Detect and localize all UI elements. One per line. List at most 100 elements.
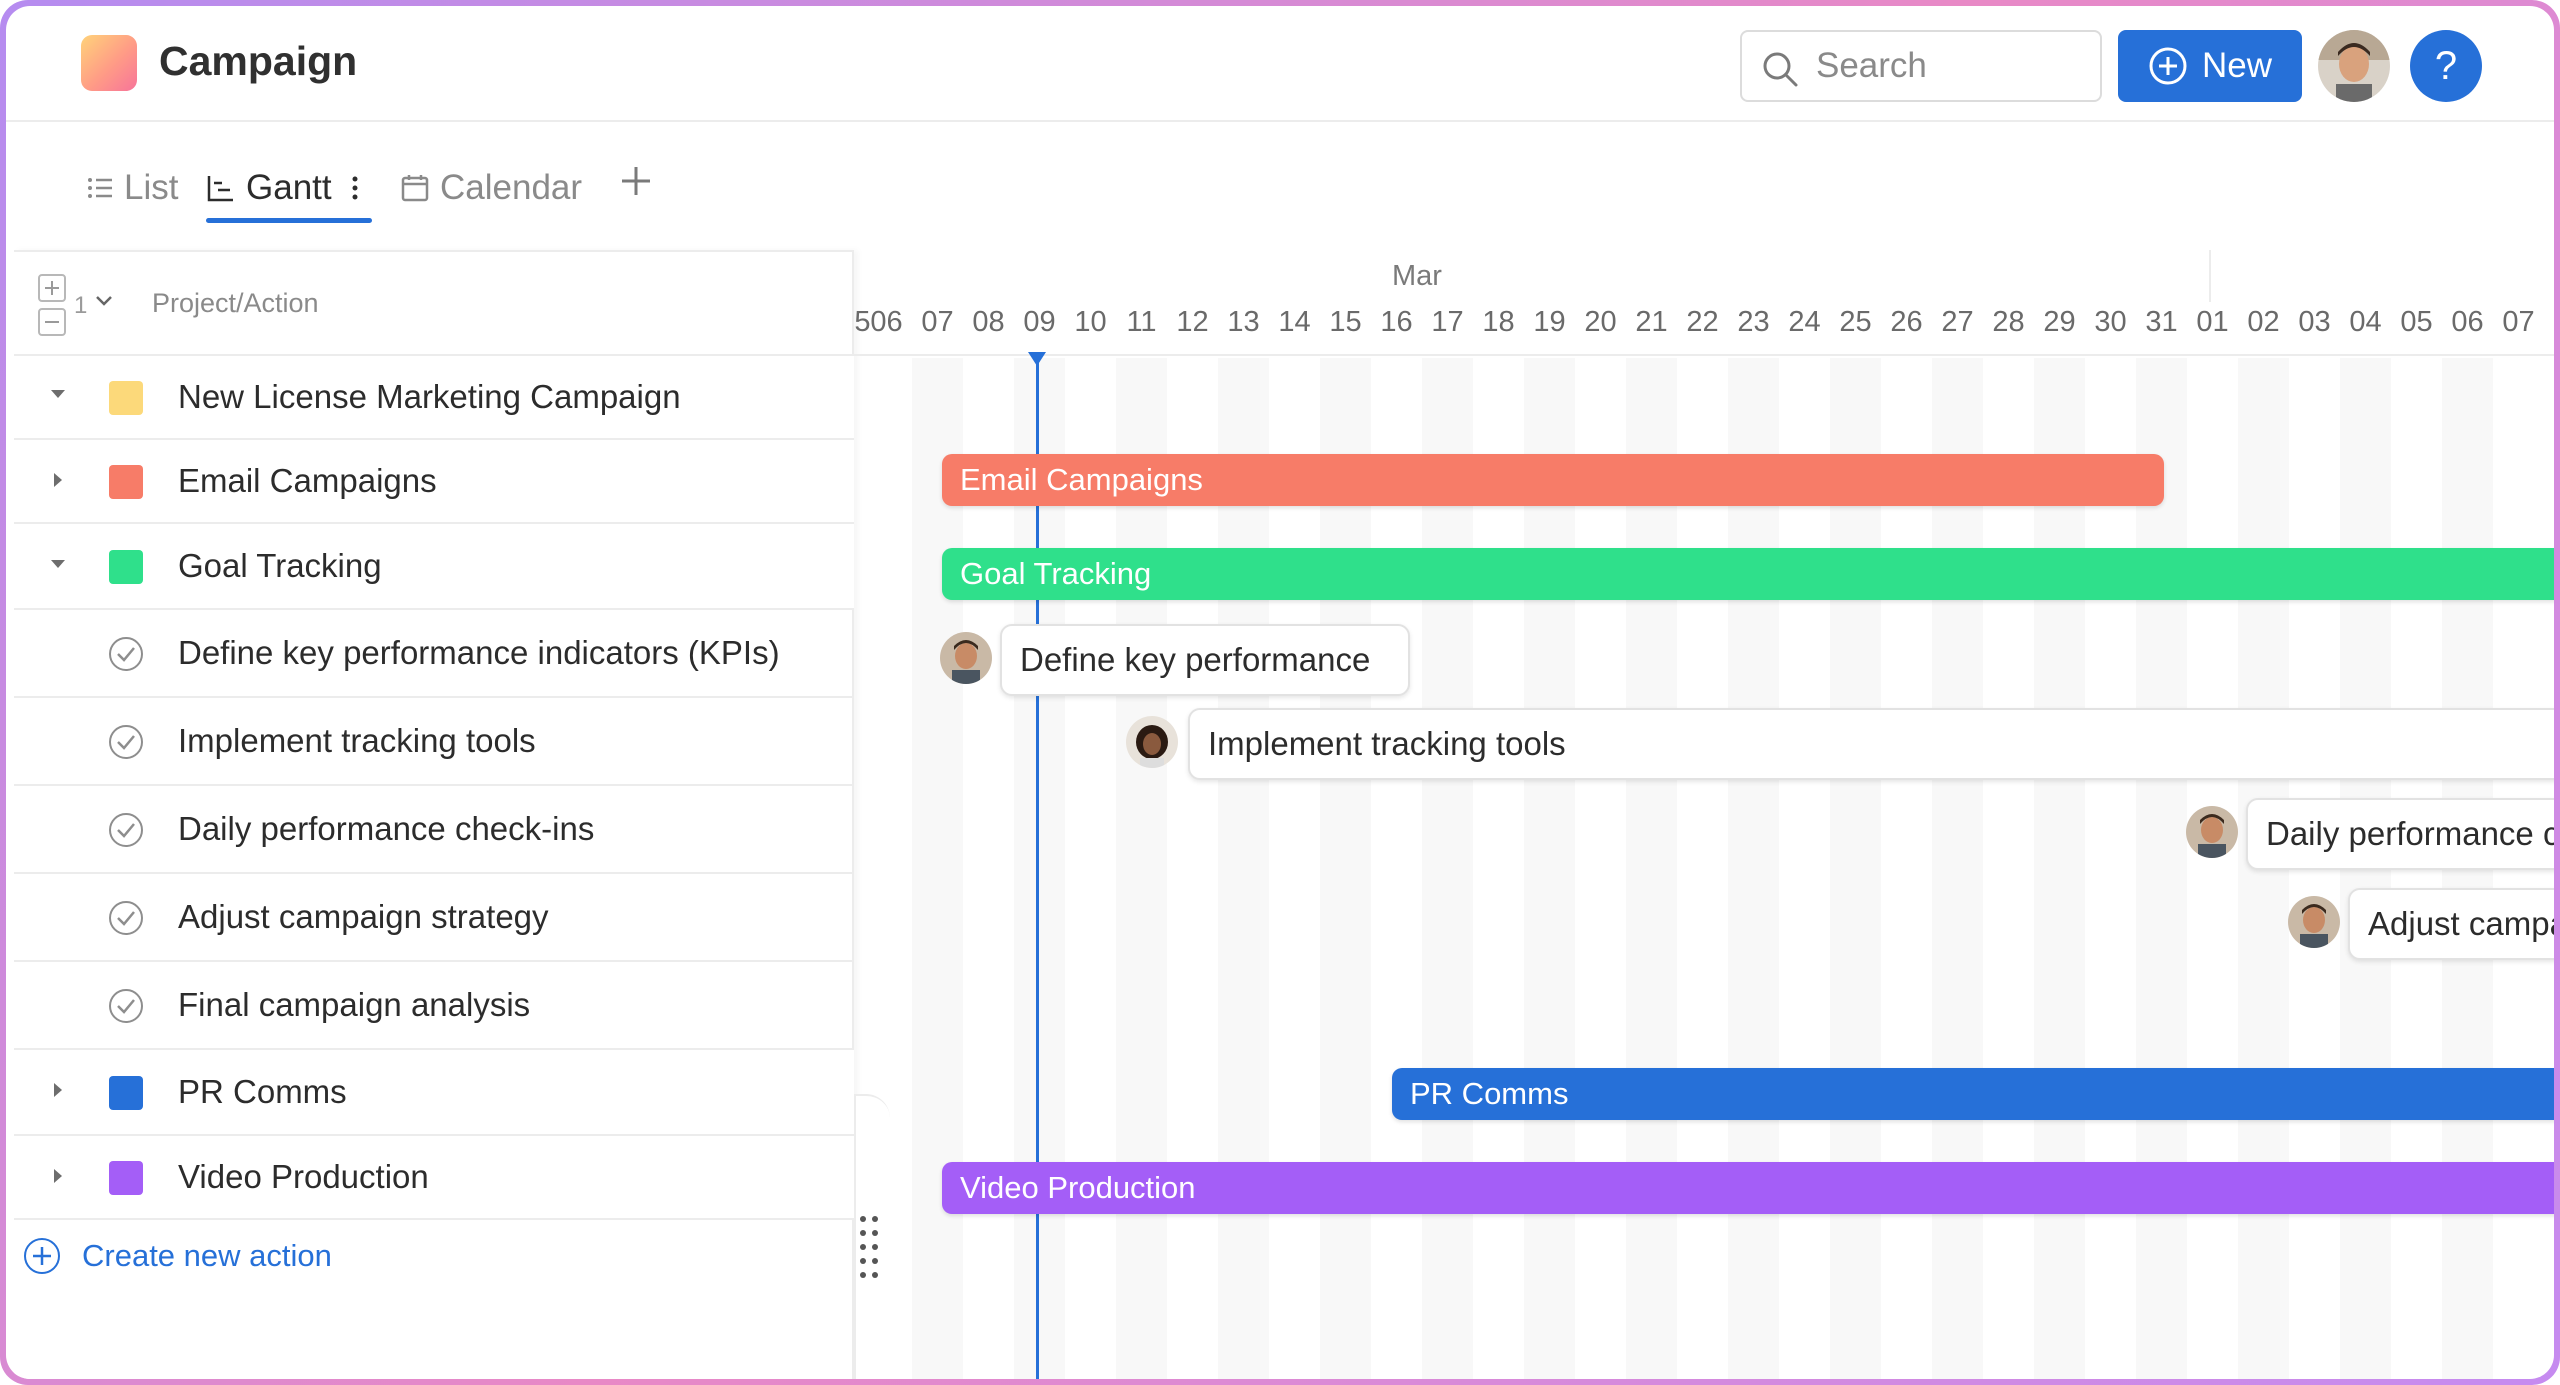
tab-calendar[interactable]: Calendar [400,158,582,218]
gantt-task-implement-tracking[interactable]: Implement tracking tools [1188,708,2554,780]
gantt-task-daily-checkins[interactable]: Daily performance c [2246,798,2554,870]
day-label: 24 [1788,306,1821,338]
more-vertical-icon[interactable] [348,173,362,203]
day-label: 06 [2451,306,2484,338]
column-stripe [1728,358,1779,1379]
day-label: 18 [1482,306,1515,338]
day-label: 07 [921,306,954,338]
tree-row-pr-comms[interactable]: PR Comms [14,1050,854,1136]
color-swatch [109,1161,143,1195]
assignee-avatar [940,632,992,684]
column-stripe [1524,358,1575,1379]
caret-down-icon[interactable] [48,554,68,580]
project-tree: 1 Project/Action New License Marketing C… [14,250,854,1379]
calendar-icon [401,175,429,202]
day-label: 07 [2502,306,2535,338]
day-label: 16 [1380,306,1413,338]
check-circle-icon[interactable] [109,813,143,847]
user-avatar[interactable] [2318,30,2390,102]
day-label: 11 [1126,306,1157,338]
gantt-bar-email-campaigns[interactable]: Email Campaigns [942,454,2164,506]
row-label: Implement tracking tools [178,722,536,759]
add-view-button[interactable] [618,160,654,210]
expand-all-icon[interactable] [38,274,66,302]
new-button[interactable]: New [2118,30,2302,102]
tree-row-new-license[interactable]: New License Marketing Campaign [14,356,854,440]
column-stripe [1014,358,1065,1379]
column-stripe [1320,358,1371,1379]
month-separator [2209,250,2211,302]
bar-label: Email Campaigns [960,462,1203,497]
check-circle-icon[interactable] [109,989,143,1023]
new-button-label: New [2201,46,2273,85]
column-header-project-action: Project/Action [152,288,319,318]
search-input[interactable] [1816,42,2086,90]
column-stripe [1932,358,1983,1379]
caret-right-icon[interactable] [48,470,68,496]
row-label: Daily performance check-ins [178,810,595,847]
day-label: 10 [1074,306,1107,338]
day-label: 06 [870,306,903,338]
gantt-bar-goal-tracking[interactable]: Goal Tracking [942,548,2554,600]
drag-handle-icon[interactable] [858,1216,882,1288]
gantt-bar-pr-comms[interactable]: PR Comms [1392,1068,2554,1120]
row-label: Adjust campaign strategy [178,898,549,935]
day-label: 15 [1329,306,1362,338]
search-box[interactable] [1740,30,2102,102]
day-label: 01 [2196,306,2229,338]
tree-row-define-kpis[interactable]: Define key performance indicators (KPIs) [14,610,854,698]
app-title: Campaign [159,38,358,84]
day-label: 14 [1278,306,1311,338]
caret-right-icon[interactable] [48,1080,68,1106]
tree-row-adjust-strategy[interactable]: Adjust campaign strategy [14,874,854,962]
gantt-task-adjust-strategy[interactable]: Adjust campa [2348,888,2554,960]
check-circle-icon[interactable] [109,637,143,671]
color-swatch [109,1076,143,1110]
day-label: 26 [1890,306,1923,338]
column-stripe [1626,358,1677,1379]
tree-row-daily-checkins[interactable]: Daily performance check-ins [14,786,854,874]
tab-calendar-label: Calendar [440,168,583,207]
tree-row-email-campaigns[interactable]: Email Campaigns [14,440,854,524]
check-circle-icon[interactable] [109,725,143,759]
plus-icon [622,167,650,195]
day-label: 23 [1737,306,1770,338]
task-label: Implement tracking tools [1208,725,1566,762]
day-label: 27 [1941,306,1974,338]
column-stripe [1422,358,1473,1379]
caret-down-icon[interactable] [48,384,68,410]
tab-list[interactable]: List [86,158,178,218]
app-logo [81,35,137,91]
bar-label: Goal Tracking [960,556,1152,591]
tab-gantt[interactable]: Gantt [206,158,362,218]
tree-row-implement-tracking[interactable]: Implement tracking tools [14,698,854,786]
task-label: Daily performance c [2266,815,2554,852]
gantt-bar-video-production[interactable]: Video Production [942,1162,2554,1214]
day-label: 28 [1992,306,2025,338]
tree-row-final-analysis[interactable]: Final campaign analysis [14,962,854,1050]
day-label: 30 [2094,306,2127,338]
row-label: New License Marketing Campaign [178,378,681,415]
month-label: Mar [1392,260,1442,292]
gantt-icon [207,176,233,202]
chevron-down-icon[interactable] [94,290,114,316]
top-bar: Campaign New ? [6,6,2554,122]
check-circle-icon[interactable] [109,901,143,935]
create-new-action-button[interactable]: Create new action [24,1238,332,1274]
help-button[interactable]: ? [2410,30,2482,102]
day-label: 02 [2247,306,2280,338]
column-stripe [1830,358,1881,1379]
day-label: 04 [2349,306,2382,338]
tree-row-video-production[interactable]: Video Production [14,1136,854,1220]
assignee-avatar [1126,716,1178,768]
tree-header: 1 Project/Action [14,250,854,356]
tree-row-goal-tracking[interactable]: Goal Tracking [14,524,854,610]
app-window: Campaign New ? [6,6,2554,1379]
collapse-all-icon[interactable] [38,308,66,336]
bar-label: PR Comms [1410,1076,1569,1111]
row-label: PR Comms [178,1073,347,1110]
level-number[interactable]: 1 [74,292,87,320]
gantt-task-define-kpis[interactable]: Define key performance [1000,624,1410,696]
task-label: Define key performance [1020,641,1371,678]
caret-right-icon[interactable] [48,1166,68,1192]
